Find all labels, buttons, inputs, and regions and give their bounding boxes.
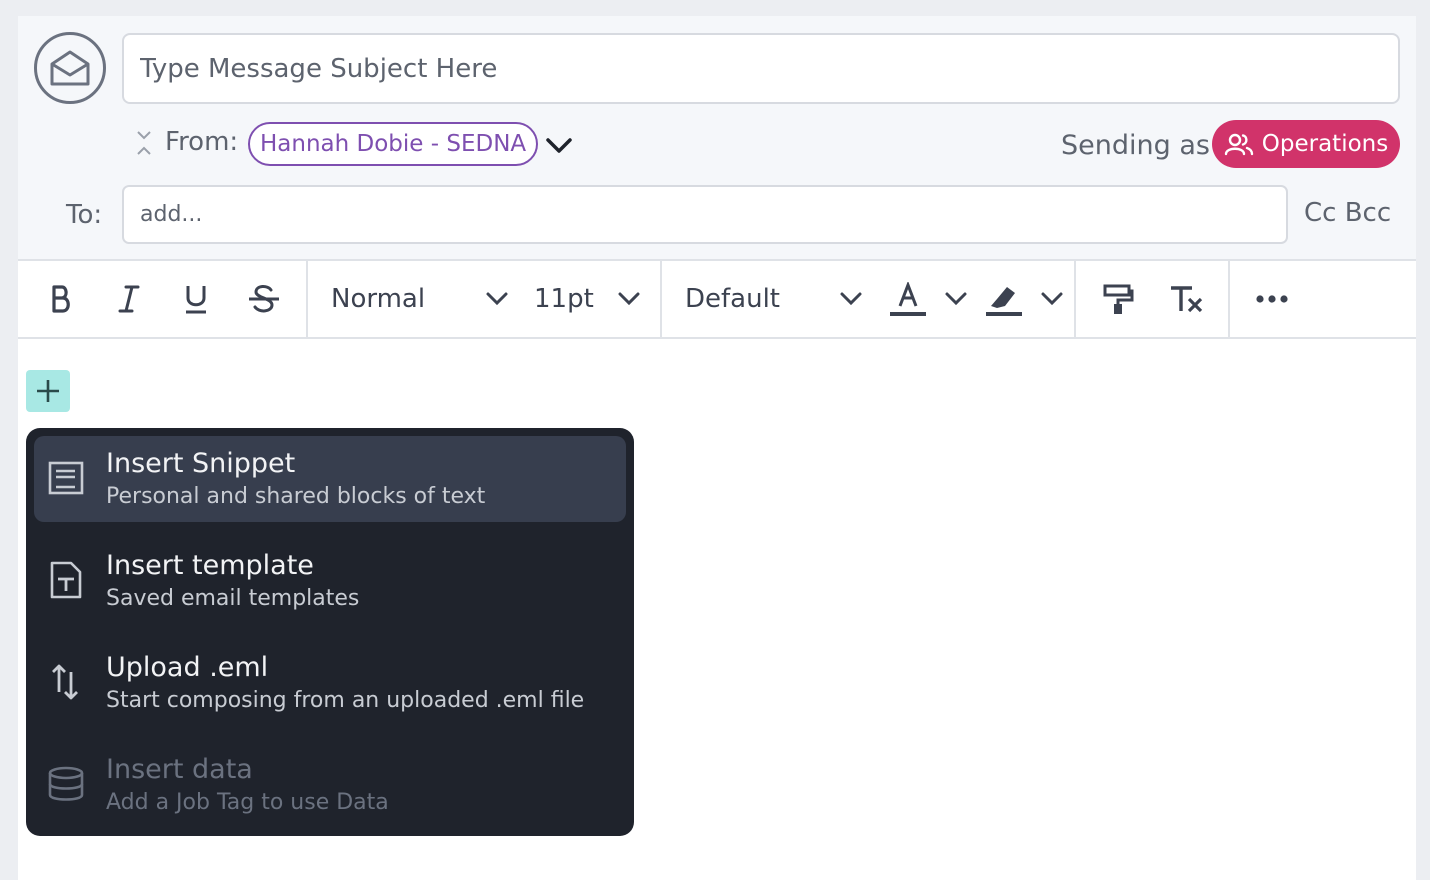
snippet-icon (44, 456, 88, 500)
menu-item-insert-snippet[interactable]: Insert Snippet Personal and shared block… (34, 436, 626, 522)
strikethrough-icon[interactable] (244, 281, 284, 317)
text-color-chevron-icon[interactable] (942, 287, 970, 311)
to-recipients-input[interactable] (122, 185, 1288, 244)
toolbar-divider (1228, 261, 1230, 337)
clear-format-icon[interactable] (1166, 281, 1206, 317)
font-size-select[interactable]: 11pt (534, 284, 594, 314)
from-chevron-down-icon[interactable] (544, 134, 574, 156)
highlight-chevron-icon[interactable] (1038, 287, 1066, 311)
upload-icon (44, 660, 88, 704)
menu-item-subtitle: Add a Job Tag to use Data (106, 790, 389, 815)
bold-icon[interactable] (44, 281, 78, 317)
menu-item-upload-eml[interactable]: Upload .eml Start composing from an uplo… (34, 640, 626, 726)
swap-sender-icon[interactable] (134, 130, 154, 156)
font-family-select[interactable]: Default (685, 284, 780, 314)
subject-input[interactable] (122, 33, 1400, 104)
menu-item-subtitle: Saved email templates (106, 586, 360, 611)
from-label: From: (165, 127, 239, 157)
toolbar-divider (1074, 261, 1076, 337)
text-color-icon[interactable] (888, 281, 928, 319)
toolbar-divider (306, 261, 308, 337)
insert-menu: Insert Snippet Personal and shared block… (26, 428, 634, 836)
paragraph-style-chevron-icon[interactable] (482, 287, 512, 311)
menu-item-insert-template[interactable]: Insert template Saved email templates (34, 538, 626, 624)
menu-item-title: Insert template (106, 550, 314, 581)
template-icon (44, 558, 88, 602)
font-size-chevron-icon[interactable] (614, 287, 644, 311)
sending-as-badge[interactable]: Operations (1212, 120, 1400, 168)
bcc-link[interactable]: Bcc (1345, 198, 1391, 228)
sending-as-label: Sending as (1061, 130, 1210, 161)
to-label: To: (66, 200, 103, 230)
database-icon (44, 762, 88, 806)
menu-item-subtitle: Start composing from an uploaded .eml fi… (106, 688, 585, 713)
menu-item-title: Insert data (106, 754, 253, 785)
compose-header: From: Hannah Dobie - SEDNA Sending as Op… (18, 16, 1416, 261)
format-painter-icon[interactable] (1100, 281, 1136, 317)
formatting-toolbar: Normal 11pt Default (18, 261, 1416, 339)
font-family-chevron-icon[interactable] (836, 287, 866, 311)
group-users-icon (1224, 133, 1253, 156)
plus-icon (37, 380, 59, 402)
menu-item-insert-data: Insert data Add a Job Tag to use Data (34, 742, 626, 828)
envelope-logo-icon (34, 32, 106, 104)
sending-as-value: Operations (1261, 131, 1389, 157)
menu-item-title: Upload .eml (106, 652, 269, 683)
highlight-icon[interactable] (984, 281, 1024, 319)
menu-item-title: Insert Snippet (106, 448, 296, 479)
insert-plus-button[interactable] (26, 370, 70, 412)
underline-icon[interactable] (178, 281, 214, 317)
cc-link[interactable]: Cc (1304, 198, 1336, 228)
menu-item-subtitle: Personal and shared blocks of text (106, 484, 486, 509)
from-sender-chip[interactable]: Hannah Dobie - SEDNA (248, 122, 539, 166)
italic-icon[interactable] (112, 281, 146, 317)
toolbar-divider (660, 261, 662, 337)
more-icon[interactable] (1254, 285, 1290, 313)
compose-panel: From: Hannah Dobie - SEDNA Sending as Op… (18, 16, 1416, 880)
cc-bcc-links: Cc Bcc (1304, 198, 1391, 228)
paragraph-style-select[interactable]: Normal (331, 284, 425, 314)
